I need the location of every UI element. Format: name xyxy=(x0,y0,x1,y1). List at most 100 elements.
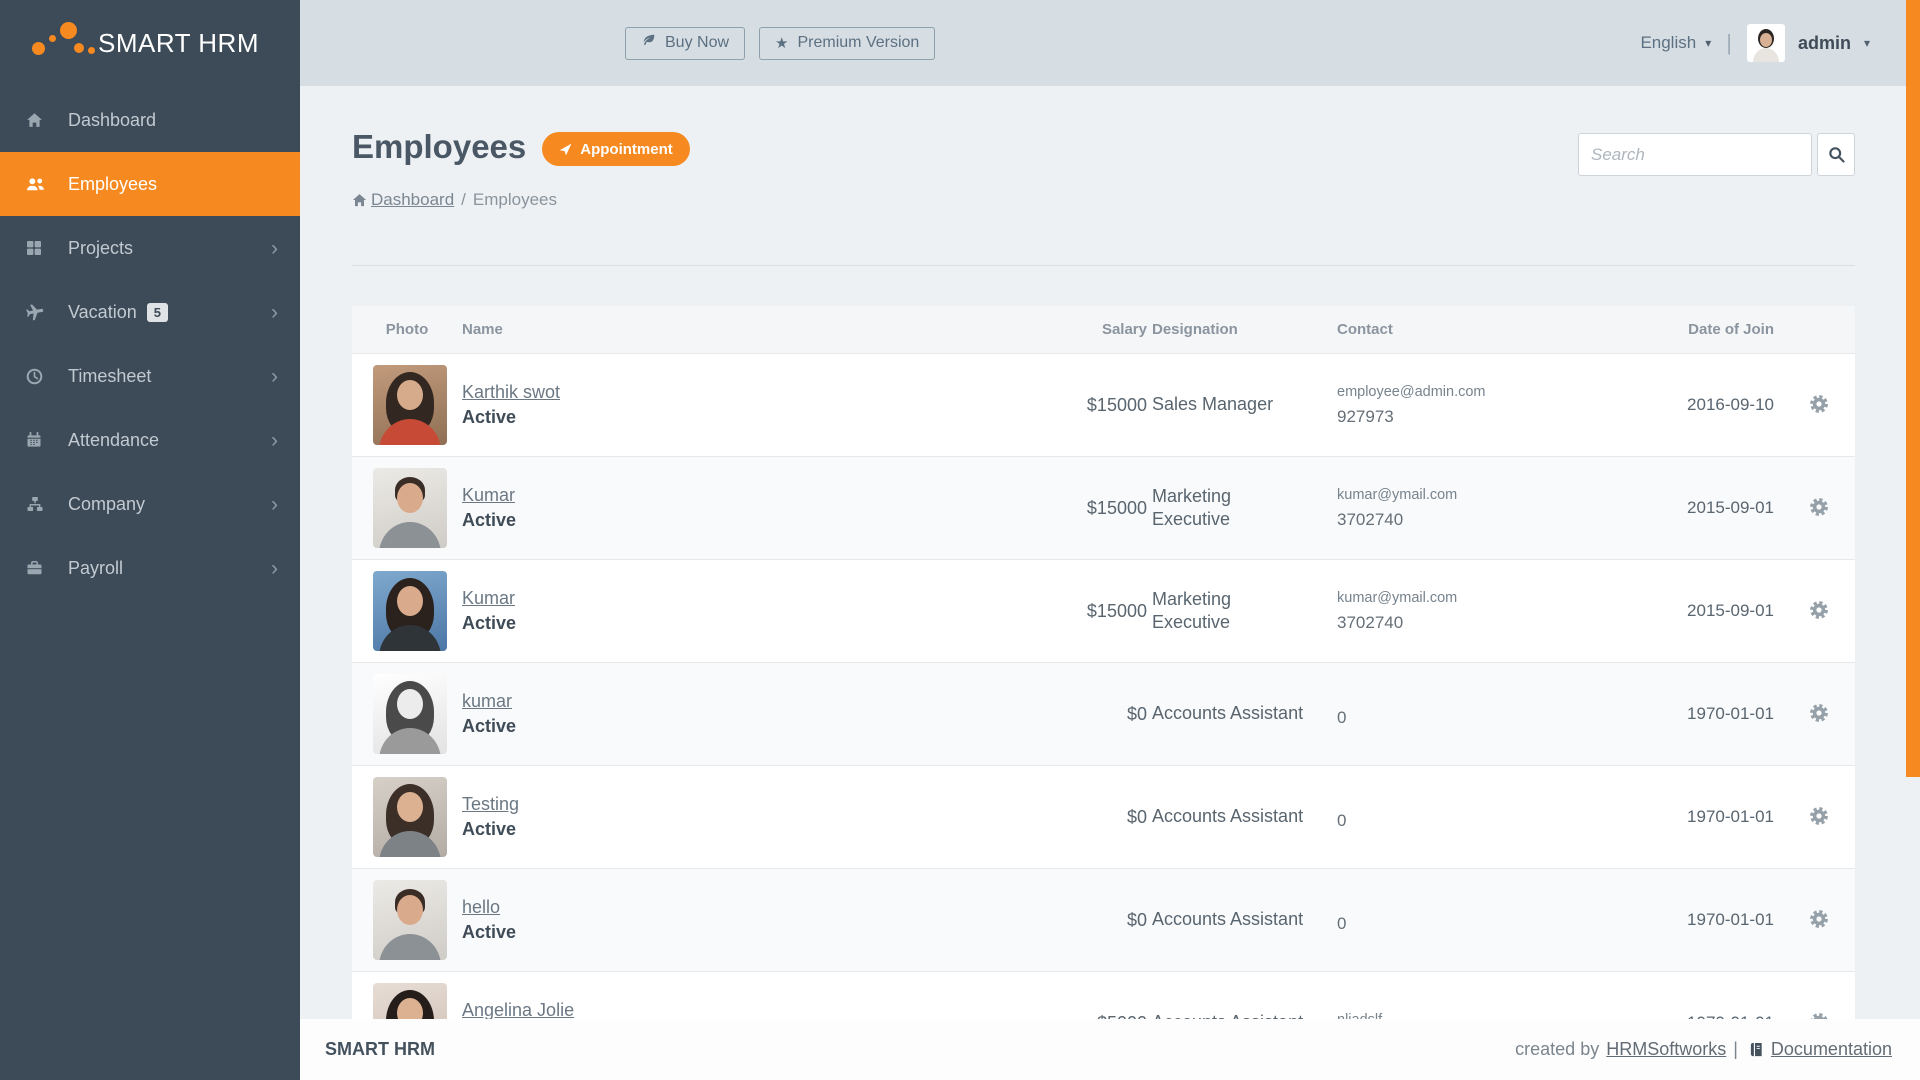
row-settings-gear-button[interactable] xyxy=(1807,392,1831,416)
scrollbar-thumb[interactable] xyxy=(1906,0,1920,777)
designation-cell: Sales Manager xyxy=(1152,354,1337,457)
column-photo: Photo xyxy=(352,306,462,354)
sidebar: SMART HRM Dashboard Employees Projects›Vac… xyxy=(0,0,300,1080)
sidebar-item-attendance[interactable]: Attendance› xyxy=(0,408,300,472)
sidebar-item-vacation[interactable]: Vacation5› xyxy=(0,280,300,344)
employee-status: Active xyxy=(462,407,992,428)
date-of-join-cell: 1970-01-01 xyxy=(1602,869,1782,972)
row-settings-gear-button[interactable] xyxy=(1807,701,1831,725)
contact-cell: nljadslf xyxy=(1337,972,1602,1020)
breadcrumb-current: Employees xyxy=(473,190,557,210)
chevron-right-icon: › xyxy=(271,494,278,515)
search-input[interactable] xyxy=(1578,133,1812,176)
employee-name-link[interactable]: Angelina Jolie xyxy=(462,1000,574,1019)
employee-name-link[interactable]: Testing xyxy=(462,794,519,815)
actions-cell xyxy=(1782,560,1855,663)
photo-cell xyxy=(352,869,462,972)
sidebar-item-company[interactable]: Company › xyxy=(0,472,300,536)
home-icon xyxy=(26,112,53,129)
salary-cell: $15000 xyxy=(992,354,1152,457)
contact-phone: 3702740 xyxy=(1337,510,1602,530)
appointment-label: Appointment xyxy=(580,141,672,158)
name-cell: KumarActive xyxy=(462,457,992,560)
name-cell: kumarActive xyxy=(462,663,992,766)
logo-dots-icon xyxy=(24,14,98,72)
leaf-icon xyxy=(641,33,656,53)
chevron-right-icon: › xyxy=(271,366,278,387)
column-actions xyxy=(1782,306,1855,354)
row-settings-gear-button[interactable] xyxy=(1807,1010,1831,1020)
salary-cell: $0 xyxy=(992,869,1152,972)
contact-email: employee@admin.com xyxy=(1337,384,1602,400)
sidebar-item-label: Payroll xyxy=(68,558,123,579)
buy-now-button[interactable]: Buy Now xyxy=(625,27,745,60)
contact-cell: 0 xyxy=(1337,663,1602,766)
salary-cell: $0 xyxy=(992,663,1152,766)
footer-separator: | xyxy=(1733,1039,1738,1060)
employee-name-link[interactable]: Kumar xyxy=(462,588,515,609)
date-of-join-cell: 2015-09-01 xyxy=(1602,560,1782,663)
row-settings-gear-button[interactable] xyxy=(1807,804,1831,828)
contact-phone: 0 xyxy=(1337,914,1602,934)
contact-phone: 0 xyxy=(1337,811,1602,831)
name-cell: Karthik swot Active xyxy=(462,354,992,457)
salary-cell: $15000 xyxy=(992,457,1152,560)
table-row: Angelina JolieActive$5000Accounts Assist… xyxy=(352,972,1855,1020)
sidebar-item-label: Company xyxy=(68,494,145,515)
premium-version-button[interactable]: ★ Premium Version xyxy=(759,27,935,60)
name-cell: KumarActive xyxy=(462,560,992,663)
contact-phone: 3702740 xyxy=(1337,613,1602,633)
topbar-separator: | xyxy=(1726,30,1732,56)
employee-photo xyxy=(373,983,447,1019)
breadcrumb: Dashboard / Employees xyxy=(352,190,1855,210)
column-salary: Salary xyxy=(992,306,1152,354)
column-name: Name xyxy=(462,306,992,354)
appointment-button[interactable]: Appointment xyxy=(542,132,689,166)
sidebar-item-dashboard[interactable]: Dashboard xyxy=(0,88,300,152)
column-contact: Contact xyxy=(1337,306,1602,354)
clock-icon xyxy=(26,368,53,385)
employee-name-link[interactable]: hello xyxy=(462,897,500,918)
salary-cell: $5000 xyxy=(992,972,1152,1020)
photo-cell xyxy=(352,663,462,766)
breadcrumb-separator: / xyxy=(461,190,466,210)
employee-photo xyxy=(373,674,447,754)
employee-name-link[interactable]: kumar xyxy=(462,691,512,712)
salary-cell: $0 xyxy=(992,766,1152,869)
caret-down-icon: ▾ xyxy=(1864,36,1870,50)
salary-cell: $15000 xyxy=(992,560,1152,663)
employee-status: Active xyxy=(462,922,992,943)
actions-cell xyxy=(1782,457,1855,560)
employee-name-link[interactable]: Kumar xyxy=(462,485,515,506)
row-settings-gear-button[interactable] xyxy=(1807,598,1831,622)
sidebar-item-payroll[interactable]: Payroll› xyxy=(0,536,300,600)
table-row: Karthik swot Active$15000Sales Manageremp… xyxy=(352,354,1855,457)
contact-email: kumar@ymail.com xyxy=(1337,487,1602,503)
contact-cell: employee@admin.com927973 xyxy=(1337,354,1602,457)
search-button[interactable] xyxy=(1817,133,1855,176)
date-of-join-cell: 1970-01-01 xyxy=(1602,972,1782,1020)
sidebar-menu: DashboardEmployeesProjects›Vacation5›Tim… xyxy=(0,88,300,600)
employee-name-link[interactable]: Karthik swot xyxy=(462,382,560,403)
actions-cell xyxy=(1782,972,1855,1020)
contact-cell: 0 xyxy=(1337,766,1602,869)
users-icon xyxy=(26,176,53,193)
sidebar-item-employees[interactable]: Employees xyxy=(0,152,300,216)
app-logo: SMART HRM xyxy=(0,0,300,86)
breadcrumb-dashboard-link[interactable]: Dashboard xyxy=(371,190,454,210)
name-cell: Angelina JolieActive xyxy=(462,972,992,1020)
sidebar-item-label: Timesheet xyxy=(68,366,151,387)
contact-email: kumar@ymail.com xyxy=(1337,590,1602,606)
name-cell: hello Active xyxy=(462,869,992,972)
sidebar-item-timesheet[interactable]: Timesheet › xyxy=(0,344,300,408)
contact-phone: 0 xyxy=(1337,708,1602,728)
sidebar-item-label: Employees xyxy=(68,174,157,195)
sidebar-item-projects[interactable]: Projects› xyxy=(0,216,300,280)
table-row: KumarActive$15000Marketing Executivekuma… xyxy=(352,457,1855,560)
hrmsoftworks-link[interactable]: HRMSoftworks xyxy=(1606,1039,1726,1060)
language-dropdown[interactable]: English ▾ xyxy=(1640,33,1711,53)
documentation-link[interactable]: Documentation xyxy=(1771,1039,1892,1060)
row-settings-gear-button[interactable] xyxy=(1807,495,1831,519)
row-settings-gear-button[interactable] xyxy=(1807,907,1831,931)
user-menu[interactable]: admin ▾ xyxy=(1747,24,1870,62)
